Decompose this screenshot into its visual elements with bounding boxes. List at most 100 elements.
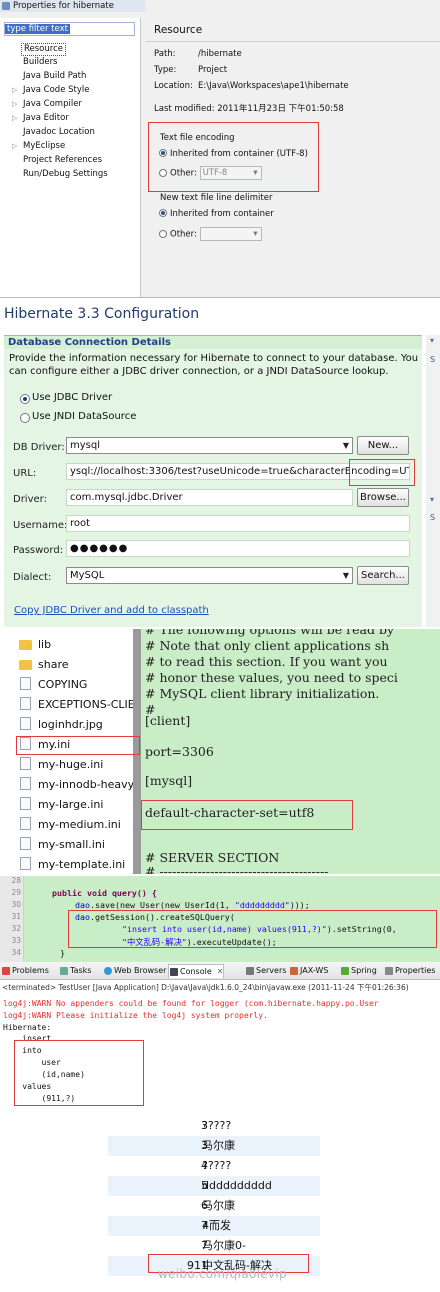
jndi-radio[interactable] xyxy=(20,413,30,423)
file-item-my-ini[interactable]: my.ini xyxy=(38,738,70,751)
delimiter-select[interactable] xyxy=(199,227,262,241)
table-row[interactable]: 7 马尔康0- xyxy=(108,1236,320,1256)
dialect-select[interactable]: MySQL xyxy=(66,567,353,584)
tab-problems[interactable]: Problems xyxy=(1,964,49,978)
resource-page: Resource Path: /hibernate Type: Project Lo… xyxy=(146,18,440,297)
tab-spring[interactable]: Spring xyxy=(340,964,377,978)
encoding-inherited-option[interactable]: Inherited from container (UTF-8) xyxy=(159,149,308,159)
password-input[interactable]: ●●●●●● xyxy=(66,540,410,557)
config-line: # --------------------------------------… xyxy=(145,864,329,874)
tab-label: Servers xyxy=(256,966,287,975)
folder-icon xyxy=(19,660,32,670)
expand-arrow-icon[interactable]: ▷ xyxy=(12,114,17,122)
search-button[interactable]: Search... xyxy=(357,566,409,585)
file-item[interactable]: loginhdr.jpg xyxy=(38,718,103,731)
expand-arrow-icon[interactable]: ▷ xyxy=(12,100,17,108)
wizard-title: Hibernate 3.3 Configuration xyxy=(4,306,200,322)
code-token: dao xyxy=(75,900,90,910)
row-name: 马尔康 xyxy=(202,1139,235,1152)
radio-selected-icon[interactable] xyxy=(159,209,167,217)
filter-input[interactable]: type filter text xyxy=(4,22,135,36)
tree-item-project-references[interactable]: Project References xyxy=(23,155,102,166)
file-item[interactable]: EXCEPTIONS-CLIEN xyxy=(38,698,143,711)
file-icon xyxy=(20,677,31,690)
tab-servers[interactable]: Servers xyxy=(245,964,286,978)
config-file-icon xyxy=(20,837,31,850)
expand-arrow-icon[interactable]: ▷ xyxy=(12,142,17,150)
collapse-arrow-icon[interactable]: ▾ xyxy=(430,495,434,504)
table-row[interactable]: 7 4而发 xyxy=(108,1216,320,1236)
tree-item-run-debug-settings[interactable]: Run/Debug Settings xyxy=(23,169,108,180)
file-item[interactable]: my-small.ini xyxy=(38,838,105,851)
delimiter-inherited-option[interactable]: Inherited from container xyxy=(159,209,274,219)
tree-item-myeclipse[interactable]: MyEclipse xyxy=(23,141,65,152)
tab-web-browser[interactable]: Web Browser xyxy=(103,964,166,978)
file-item[interactable]: my-huge.ini xyxy=(38,758,103,771)
tab-tasks[interactable]: Tasks xyxy=(59,964,91,978)
driver-input[interactable]: com.mysql.jdbc.Driver xyxy=(66,489,353,506)
dialog-title: Properties for hibernate xyxy=(13,1,114,11)
copy-driver-link[interactable]: Copy JDBC Driver and add to classpath xyxy=(14,605,209,616)
file-item[interactable]: lib xyxy=(38,638,51,651)
code-line-31: dao.getSession().createSQLQuery( xyxy=(75,912,235,922)
tree-item-javadoc-location[interactable]: Javadoc Location xyxy=(23,127,95,138)
username-input[interactable]: root xyxy=(66,515,410,532)
tab-jax-ws[interactable]: JAX-WS xyxy=(289,964,328,978)
query-results: 3????? 3 马尔康 4????? 5 dddddddddd 6 马尔康 7 4而发… xyxy=(0,1110,440,1292)
config-line-charset: default-character-set=utf8 xyxy=(145,805,315,820)
tree-item-resource[interactable]: Resource xyxy=(21,43,66,56)
jdbc-radio-label[interactable]: Use JDBC Driver xyxy=(32,392,112,403)
file-item[interactable]: share xyxy=(38,658,69,671)
side-panel: ▾ S ▾ S xyxy=(426,335,440,627)
description-line-2: can configure either a JDBC driver conne… xyxy=(9,366,389,377)
table-row[interactable]: 3????? xyxy=(108,1116,320,1136)
file-item[interactable]: my-template.ini xyxy=(38,858,125,871)
my-ini-editor[interactable]: # The following options will be read by … xyxy=(141,629,440,874)
file-item[interactable]: COPYING xyxy=(38,678,87,691)
file-item[interactable]: my-innodb-heavy- xyxy=(38,778,138,791)
radio-selected-icon[interactable] xyxy=(159,149,167,157)
java-editor[interactable]: 28 29 30 31 32 33 34 public void query()… xyxy=(0,876,440,962)
tab-label: Problems xyxy=(12,966,49,975)
delimiter-other-option[interactable]: Other: xyxy=(159,227,262,241)
table-row[interactable]: 6 马尔康 xyxy=(108,1196,320,1216)
tree-item-java-compiler[interactable]: Java Compiler xyxy=(23,99,82,110)
file-item[interactable]: my-large.ini xyxy=(38,798,103,811)
url-label: URL: xyxy=(13,468,37,479)
new-driver-button[interactable]: New... xyxy=(357,436,409,455)
location-label: Location: xyxy=(154,81,193,91)
db-driver-select[interactable]: mysql xyxy=(66,437,353,454)
config-line: # MySQL client library initialization. xyxy=(145,686,380,701)
pane-splitter[interactable] xyxy=(133,629,141,874)
tree-item-java-build-path[interactable]: Java Build Path xyxy=(23,71,86,82)
url-input[interactable]: ysql://localhost:3306/test?useUnicode=tr… xyxy=(66,463,410,480)
password-label: Password: xyxy=(13,545,64,556)
encoding-select[interactable]: UTF-8 xyxy=(199,166,262,180)
line-number: 32 xyxy=(11,924,21,933)
tab-label: Tasks xyxy=(70,966,92,975)
tree-item-builders[interactable]: Builders xyxy=(23,57,58,68)
tab-properties[interactable]: Properties xyxy=(384,964,435,978)
code-token: ))); xyxy=(289,900,310,910)
radio-icon[interactable] xyxy=(159,168,167,177)
spring-leaf-icon xyxy=(341,967,349,975)
table-row[interactable]: 3 马尔康 xyxy=(108,1136,320,1156)
tab-console[interactable]: Console ✕ xyxy=(168,964,225,978)
tree-item-java-editor[interactable]: Java Editor xyxy=(23,113,69,124)
collapse-arrow-icon[interactable]: ▾ xyxy=(430,336,434,345)
hibernate-config-wizard: Hibernate 3.3 Configuration Database Con… xyxy=(0,299,440,627)
console-line: log4j:WARN Please initialize the log4j s… xyxy=(3,1011,268,1020)
jndi-radio-label[interactable]: Use JNDI DataSource xyxy=(32,411,136,422)
radio-icon[interactable] xyxy=(159,229,167,238)
expand-arrow-icon[interactable]: ▷ xyxy=(12,86,17,94)
table-row[interactable]: 5 dddddddddd xyxy=(108,1176,320,1196)
file-item[interactable]: my-medium.ini xyxy=(38,818,121,831)
close-icon[interactable]: ✕ xyxy=(217,967,224,976)
browse-button[interactable]: Browse... xyxy=(357,488,409,507)
console-line: values xyxy=(3,1082,52,1091)
table-row[interactable]: 4????? xyxy=(108,1156,320,1176)
encoding-other-option[interactable]: Other: UTF-8 xyxy=(159,166,262,180)
jdbc-radio[interactable] xyxy=(20,394,30,404)
tree-item-java-code-style[interactable]: Java Code Style xyxy=(23,85,89,96)
config-file-icon xyxy=(20,777,31,790)
